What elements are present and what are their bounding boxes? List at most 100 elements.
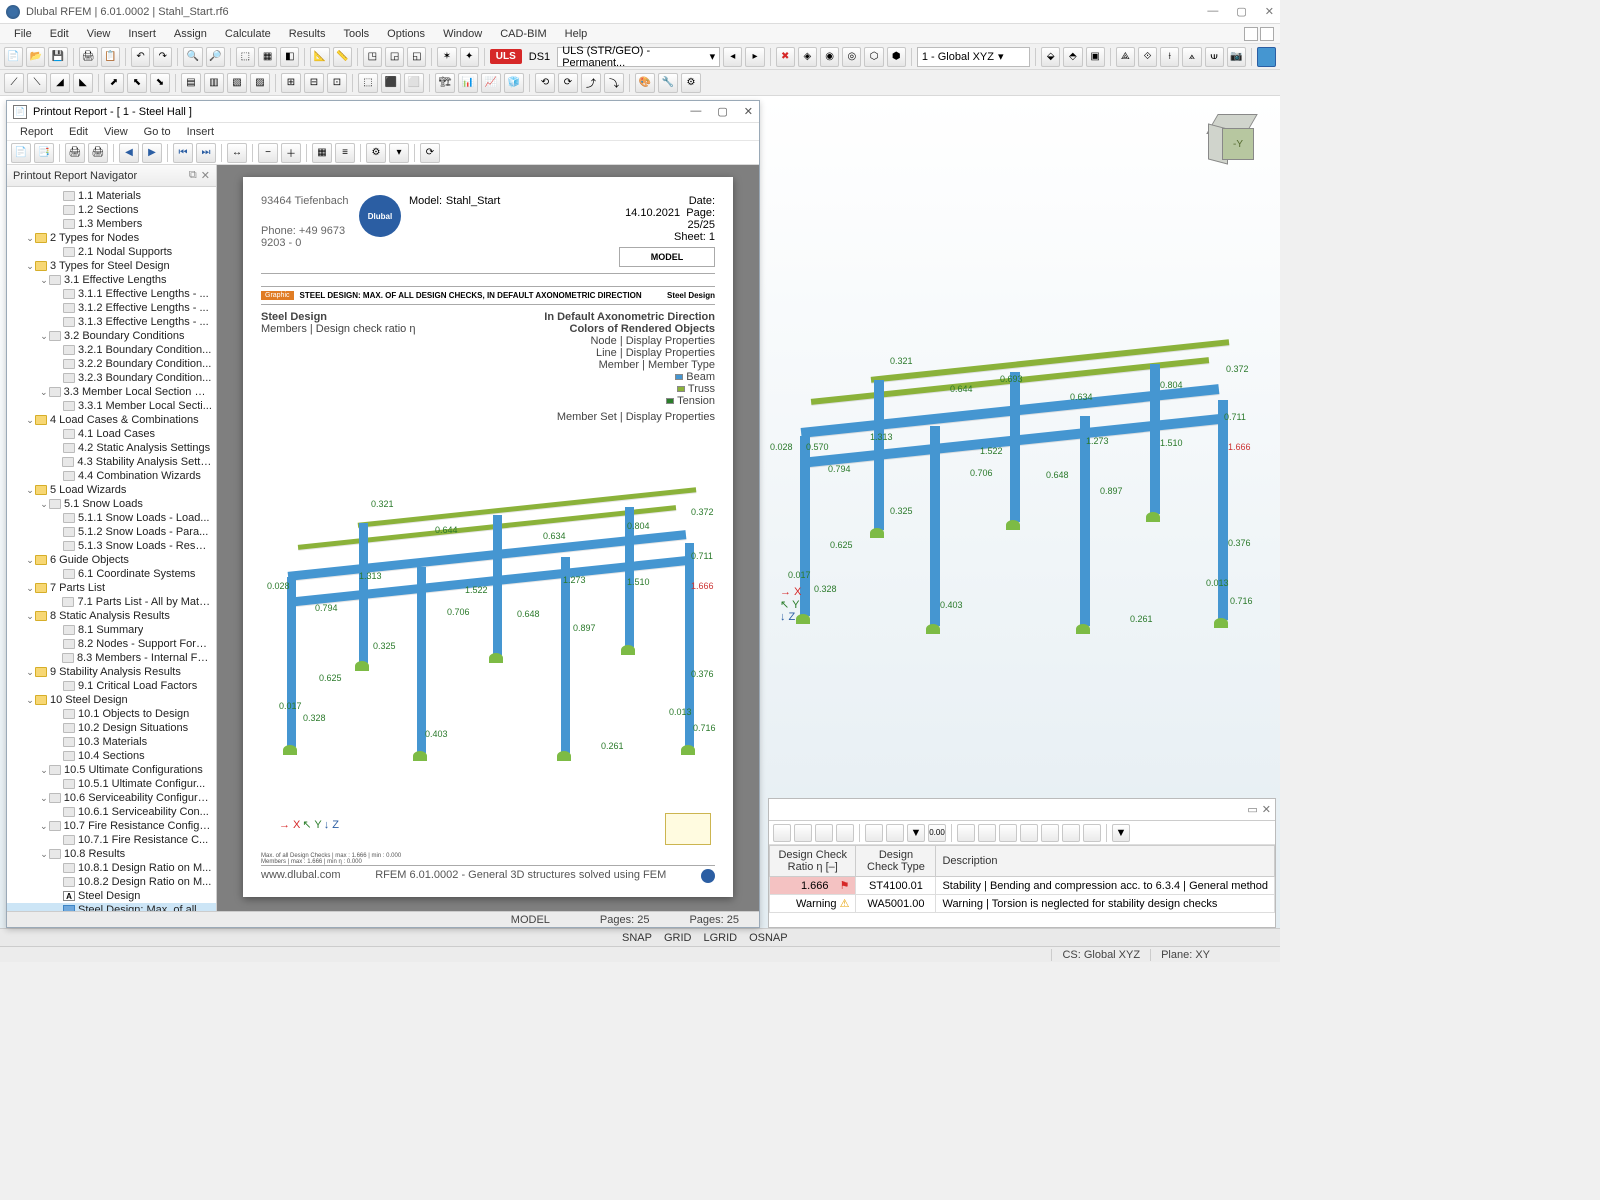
close-icon[interactable]: ✕	[1265, 5, 1274, 18]
lgrid-toggle[interactable]: LGRID	[703, 932, 737, 944]
tree-item[interactable]: ⌄9 Stability Analysis Results	[7, 665, 216, 679]
tree-item[interactable]: ⌄3.2 Boundary Conditions	[7, 329, 216, 343]
maximize-icon[interactable]: ▢	[1236, 5, 1246, 18]
toolbar-icon[interactable]: 📑	[34, 143, 54, 163]
menu-edit[interactable]: Edit	[62, 125, 95, 139]
toolbar-icon[interactable]: ↔	[227, 143, 247, 163]
menu-view[interactable]: View	[97, 125, 135, 139]
toolbar-icon[interactable]: ⬢	[887, 47, 906, 67]
menu-cadbim[interactable]: CAD-BIM	[492, 26, 554, 42]
toolbar-icon[interactable]: ⬛	[381, 73, 401, 93]
toolbar-icon[interactable]: 📷	[1227, 47, 1246, 67]
tree-item[interactable]: 4.4 Combination Wizards	[7, 469, 216, 483]
toolbar-icon[interactable]	[978, 824, 996, 842]
toolbar-icon[interactable]: ◈	[798, 47, 817, 67]
toolbar-icon[interactable]	[1041, 824, 1059, 842]
toolbar-icon[interactable]: ▾	[389, 143, 409, 163]
toolbar-icon[interactable]: ⟋	[4, 73, 24, 93]
menu-assign[interactable]: Assign	[166, 26, 215, 42]
toolbar-icon[interactable]: ⟒	[1205, 47, 1224, 67]
table-row[interactable]: Warning ⚠WA5001.00Warning | Torsion is n…	[770, 895, 1275, 913]
tree-item[interactable]: 10.7.1 Fire Resistance C...	[7, 833, 216, 847]
toolbar-icon[interactable]: ⊞	[281, 73, 301, 93]
panel-dock-icon[interactable]: ▭	[1247, 803, 1257, 816]
tree-item[interactable]: 10.3 Materials	[7, 735, 216, 749]
prev-icon[interactable]: ◀	[119, 143, 139, 163]
toolbar-icon[interactable]: 🖨	[88, 143, 108, 163]
tree-item[interactable]: ⌄3.1 Effective Lengths	[7, 273, 216, 287]
pin-icon[interactable]: ⧉	[189, 169, 197, 182]
toolbar-icon[interactable]: ⟲	[535, 73, 555, 93]
toolbar-icon[interactable]: ▦	[258, 47, 277, 67]
toolbar-icon[interactable]	[999, 824, 1017, 842]
close-icon[interactable]: ✕	[744, 105, 753, 118]
tree-item[interactable]: 5.1.2 Snow Loads - Para...	[7, 525, 216, 539]
toolbar-icon[interactable]	[1257, 47, 1276, 67]
menu-window[interactable]: Window	[435, 26, 490, 42]
tree-item[interactable]: 4.2 Static Analysis Settings	[7, 441, 216, 455]
tree-item[interactable]: 3.1.1 Effective Lengths - ...	[7, 287, 216, 301]
zoom-in-icon[interactable]: ＋	[281, 143, 301, 163]
toolbar-icon[interactable]: ⬊	[150, 73, 170, 93]
toolbar-icon[interactable]: ◧	[280, 47, 299, 67]
toolbar-icon[interactable]: ≡	[335, 143, 355, 163]
toolbar-icon[interactable]	[865, 824, 883, 842]
tree-item[interactable]: 7.1 Parts List - All by Material	[7, 595, 216, 609]
tree-item[interactable]: 8.3 Members - Internal Force...	[7, 651, 216, 665]
menu-insert[interactable]: Insert	[180, 125, 222, 139]
toolbar-icon[interactable]: ✖	[776, 47, 795, 67]
toolbar-icon[interactable]: 📈	[481, 73, 501, 93]
tree-item[interactable]: 10.5.1 Ultimate Configur...	[7, 777, 216, 791]
toolbar-icon[interactable]: 🖨	[79, 47, 98, 67]
filter-icon[interactable]: ▼	[1112, 824, 1130, 842]
tree-item[interactable]: ⌄5 Load Wizards	[7, 483, 216, 497]
toolbar-icon[interactable]: ▨	[250, 73, 270, 93]
toolbar-icon[interactable]: ◳	[363, 47, 382, 67]
tree-item[interactable]: 8.2 Nodes - Support Forces	[7, 637, 216, 651]
menu-tools[interactable]: Tools	[335, 26, 377, 42]
toolbar-icon[interactable]: ◱	[407, 47, 426, 67]
prev-icon[interactable]: ◂	[723, 47, 742, 67]
toolbar-icon[interactable]: ⟁	[1116, 47, 1135, 67]
tree-item[interactable]: 4.1 Load Cases	[7, 427, 216, 441]
toolbar-icon[interactable]: 🔧	[658, 73, 678, 93]
toolbar-icon[interactable]	[1020, 824, 1038, 842]
tree-item[interactable]: 5.1.1 Snow Loads - Load...	[7, 511, 216, 525]
tree-item[interactable]: 10.4 Sections	[7, 749, 216, 763]
snap-toggle[interactable]: SNAP	[622, 932, 652, 944]
tree-item[interactable]: 2.1 Nodal Supports	[7, 245, 216, 259]
tree-item[interactable]: ⌄10.5 Ultimate Configurations	[7, 763, 216, 777]
tree-item[interactable]: 8.1 Summary	[7, 623, 216, 637]
menu-view[interactable]: View	[79, 26, 119, 42]
toolbar-icon[interactable]: 📋	[101, 47, 120, 67]
uls-combo[interactable]: ULS (STR/GEO) - Permanent...▾	[557, 47, 720, 67]
toolbar-icon[interactable]: ⤴	[581, 73, 601, 93]
tree-item[interactable]: 10.6.1 Serviceability Con...	[7, 805, 216, 819]
col-ratio[interactable]: Design Check Ratio η [–]	[770, 846, 856, 877]
toolbar-icon[interactable]: 💾	[48, 47, 67, 67]
toolbar-icon[interactable]	[815, 824, 833, 842]
toolbar-icon[interactable]: 📏	[333, 47, 352, 67]
menu-report[interactable]: Report	[13, 125, 60, 139]
menu-file[interactable]: File	[6, 26, 40, 42]
tree-item[interactable]: ⌄6 Guide Objects	[7, 553, 216, 567]
tree-item[interactable]: ASteel Design	[7, 889, 216, 903]
toolbar-icon[interactable]: 🔎	[206, 47, 225, 67]
toolbar-icon[interactable]: ⬘	[1063, 47, 1082, 67]
toolbar-icon[interactable]	[836, 824, 854, 842]
redo-icon[interactable]: ↷	[153, 47, 172, 67]
page-preview-area[interactable]: 93464 Tiefenbach Phone: +49 9673 9203 - …	[217, 165, 759, 927]
tree-item[interactable]: ⌄7 Parts List	[7, 581, 216, 595]
toolbar-icon[interactable]: 📐	[310, 47, 329, 67]
toolbar-icon[interactable]: ▦	[312, 143, 332, 163]
tree-item[interactable]: 10.8.2 Design Ratio on M...	[7, 875, 216, 889]
toolbar-icon[interactable]: ◣	[73, 73, 93, 93]
tree-item[interactable]: 3.1.3 Effective Lengths - ...	[7, 315, 216, 329]
toolbar-icon[interactable]: ⚙	[366, 143, 386, 163]
menu-options[interactable]: Options	[379, 26, 433, 42]
tree-item[interactable]: 3.2.1 Boundary Condition...	[7, 343, 216, 357]
toolbar-icon[interactable]: 🧊	[504, 73, 524, 93]
tree-item[interactable]: ⌄3.3 Member Local Section Re...	[7, 385, 216, 399]
grid-toggle[interactable]: GRID	[664, 932, 692, 944]
toolbar-icon[interactable]: ⟳	[558, 73, 578, 93]
